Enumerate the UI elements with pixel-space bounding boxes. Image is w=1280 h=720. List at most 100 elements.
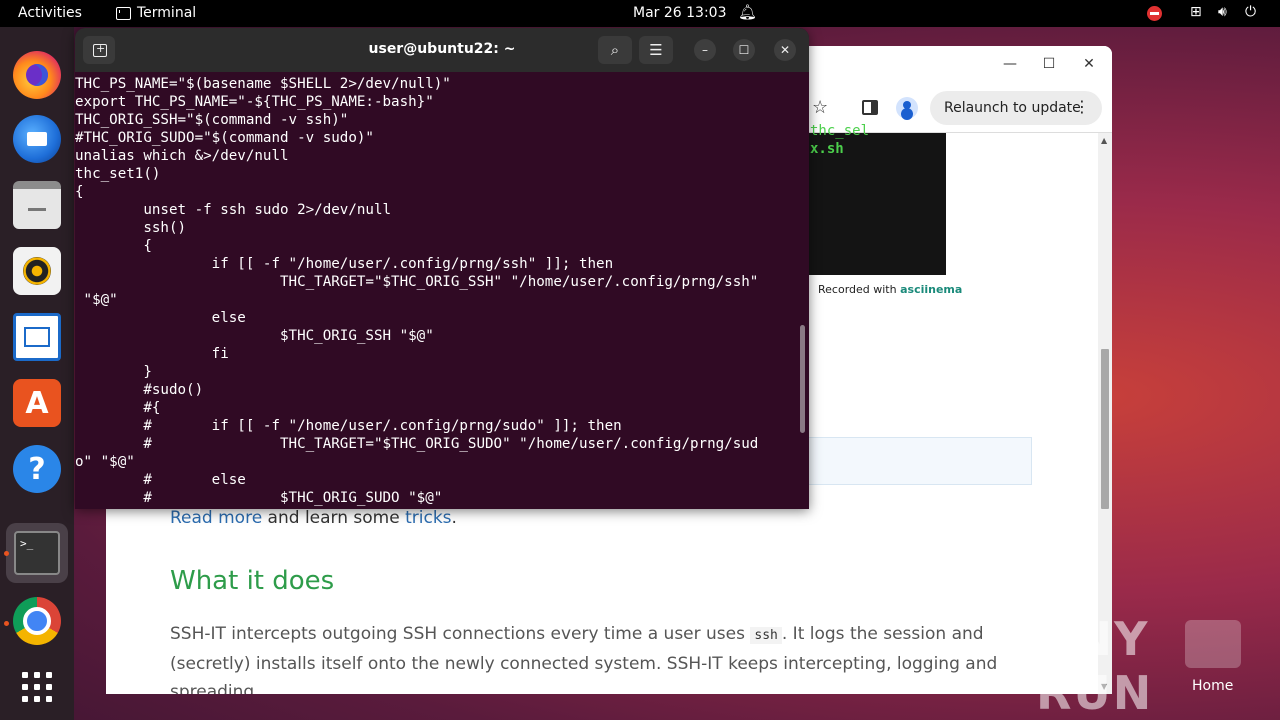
close-button[interactable]: ✕ xyxy=(774,39,796,61)
terminal-line: { xyxy=(143,238,152,254)
chrome-launcher[interactable] xyxy=(13,597,61,645)
terminal-line: unalias which &>/dev/null xyxy=(75,148,289,164)
power-icon[interactable]: ⏻ xyxy=(1245,4,1256,20)
terminal-line: "$@" xyxy=(83,292,118,308)
readmore-end: . xyxy=(451,508,457,528)
writer-icon xyxy=(13,313,61,361)
app-menu-label: Terminal xyxy=(137,5,197,21)
terminal-line: fi xyxy=(211,346,229,362)
terminal-line: thc_set1() xyxy=(75,166,161,182)
info-box xyxy=(806,437,1032,485)
close-icon: ✕ xyxy=(779,43,791,57)
terminal-line: # THC_TARGET="$THC_ORIG_SUDO" "/home/use… xyxy=(143,436,759,452)
readmore-mid: and learn some xyxy=(262,508,406,528)
search-icon: ⌕ xyxy=(610,41,620,59)
recorded-with: Recorded with asciinema xyxy=(818,283,962,296)
rhythmbox-launcher[interactable] xyxy=(13,247,61,295)
menu-dots-icon[interactable]: ⋮ xyxy=(1074,97,1090,116)
asciinema-link[interactable]: asciinema xyxy=(900,283,962,296)
close-icon[interactable]: ✕ xyxy=(1079,56,1099,72)
terminal-output[interactable]: THC_PS_NAME="$(basename $SHELL 2>/dev/nu… xyxy=(75,75,799,507)
app-grid-icon xyxy=(13,663,61,711)
terminal-line: THC_TARGET="$THC_ORIG_SSH" "/home/user/.… xyxy=(279,274,759,290)
terminal-icon: >_ xyxy=(14,531,60,575)
search-button[interactable]: ⌕ xyxy=(598,36,632,64)
terminal-line: # if [[ -f "/home/user/.config/prng/sudo… xyxy=(143,418,622,434)
read-more-link[interactable]: Read more xyxy=(170,508,262,528)
recorded-prefix: Recorded with xyxy=(818,283,901,296)
minimize-icon[interactable]: — xyxy=(1000,56,1020,72)
terminal-line: if [[ -f "/home/user/.config/prng/ssh" ]… xyxy=(211,256,614,272)
volume-icon[interactable]: 🔊︎ xyxy=(1218,4,1227,20)
maximize-button[interactable]: ☐ xyxy=(733,39,755,61)
network-icon[interactable]: ⊞ xyxy=(1190,4,1202,20)
terminal-headerbar[interactable]: user@ubuntu22: ~ ⌕ ☰ – ☐ ✕ xyxy=(75,28,809,72)
chrome-icon xyxy=(13,597,61,645)
bookmark-star-icon[interactable]: ☆ xyxy=(812,97,828,118)
terminal-line: # else xyxy=(143,472,246,488)
minimize-button[interactable]: – xyxy=(694,39,716,61)
bell-icon[interactable]: 🔔︎ xyxy=(738,3,757,21)
app-center-launcher[interactable]: A xyxy=(13,379,61,427)
terminal-line: $THC_ORIG_SSH "$@" xyxy=(279,328,434,344)
show-apps-button[interactable] xyxy=(13,663,61,711)
home-folder-icon[interactable] xyxy=(1185,620,1241,668)
activities-button[interactable]: Activities xyxy=(18,5,82,21)
terminal-icon xyxy=(116,6,131,20)
terminal-line: o" "$@" xyxy=(75,454,135,470)
writer-launcher[interactable] xyxy=(13,313,61,361)
terminal-line: THC_ORIG_SSH="$(command -v ssh)" xyxy=(75,112,349,128)
app-menu[interactable]: Terminal xyxy=(116,5,196,21)
stop-recording-icon[interactable] xyxy=(1147,6,1162,21)
browser-scrollbar[interactable]: ▲ ▼ xyxy=(1098,133,1112,694)
scroll-up-icon[interactable]: ▲ xyxy=(1101,136,1107,145)
menu-button[interactable]: ☰ xyxy=(639,36,673,64)
files-launcher[interactable] xyxy=(13,181,61,229)
maximize-icon: ☐ xyxy=(738,43,750,57)
firefox-launcher[interactable] xyxy=(13,51,61,99)
terminal-scrollbar-thumb[interactable] xyxy=(800,325,805,433)
clock[interactable]: Mar 26 13:03 xyxy=(633,5,726,21)
top-bar: Activities Terminal Mar 26 13:03 🔔︎ ⊞ 🔊︎… xyxy=(0,0,1280,27)
terminal-line: # $THC_ORIG_SUDO "$@" xyxy=(143,490,443,506)
minimize-icon: – xyxy=(702,43,708,57)
section-heading: What it does xyxy=(170,566,335,596)
terminal-line: unset -f ssh sudo 2>/dev/null xyxy=(143,202,392,218)
readmore-line: Read more and learn some tricks. xyxy=(170,508,457,528)
terminal-launcher[interactable]: >_ xyxy=(6,523,68,583)
asciicast-line: x.sh xyxy=(810,141,844,157)
side-panel-icon[interactable] xyxy=(862,100,878,115)
relaunch-label: Relaunch to update xyxy=(944,100,1081,116)
inline-code: ssh xyxy=(750,627,782,644)
watermark: ANY RUN xyxy=(1036,612,1154,720)
profile-icon[interactable] xyxy=(896,97,918,119)
terminal-line: ssh() xyxy=(143,220,187,236)
terminal-line: #{ xyxy=(143,400,161,416)
running-indicator xyxy=(4,621,9,626)
scrollbar-thumb[interactable] xyxy=(1101,349,1109,509)
terminal-line: THC_PS_NAME="$(basename $SHELL 2>/dev/nu… xyxy=(75,76,451,92)
running-indicator xyxy=(4,551,9,556)
dock: A ? >_ xyxy=(0,27,74,720)
help-icon: ? xyxy=(13,445,61,493)
hamburger-icon: ☰ xyxy=(649,41,663,59)
maximize-icon[interactable]: ☐ xyxy=(1039,56,1059,72)
asciicast-line: thc_sel xyxy=(810,123,870,139)
home-label[interactable]: Home xyxy=(1192,678,1233,694)
terminal-window[interactable]: user@ubuntu22: ~ ⌕ ☰ – ☐ ✕ THC_PS_NAME="… xyxy=(75,28,809,509)
firefox-icon xyxy=(13,51,61,99)
para-start: SSH-IT intercepts outgoing SSH connectio… xyxy=(170,624,751,644)
terminal-line: export THC_PS_NAME="-${THC_PS_NAME:-bash… xyxy=(75,94,434,110)
terminal-line: { xyxy=(75,184,84,200)
terminal-line: #THC_ORIG_SUDO="$(command -v sudo)" xyxy=(75,130,374,146)
rhythmbox-icon xyxy=(13,247,61,295)
relaunch-button[interactable]: Relaunch to update ⋮ xyxy=(930,91,1102,125)
files-icon xyxy=(13,181,61,229)
thunderbird-icon xyxy=(13,115,61,163)
thunderbird-launcher[interactable] xyxy=(13,115,61,163)
help-launcher[interactable]: ? xyxy=(13,445,61,493)
tricks-link[interactable]: tricks xyxy=(405,508,451,528)
terminal-line: #sudo() xyxy=(143,382,204,398)
app-center-icon: A xyxy=(13,379,61,427)
section-paragraph: SSH-IT intercepts outgoing SSH connectio… xyxy=(170,620,1040,694)
